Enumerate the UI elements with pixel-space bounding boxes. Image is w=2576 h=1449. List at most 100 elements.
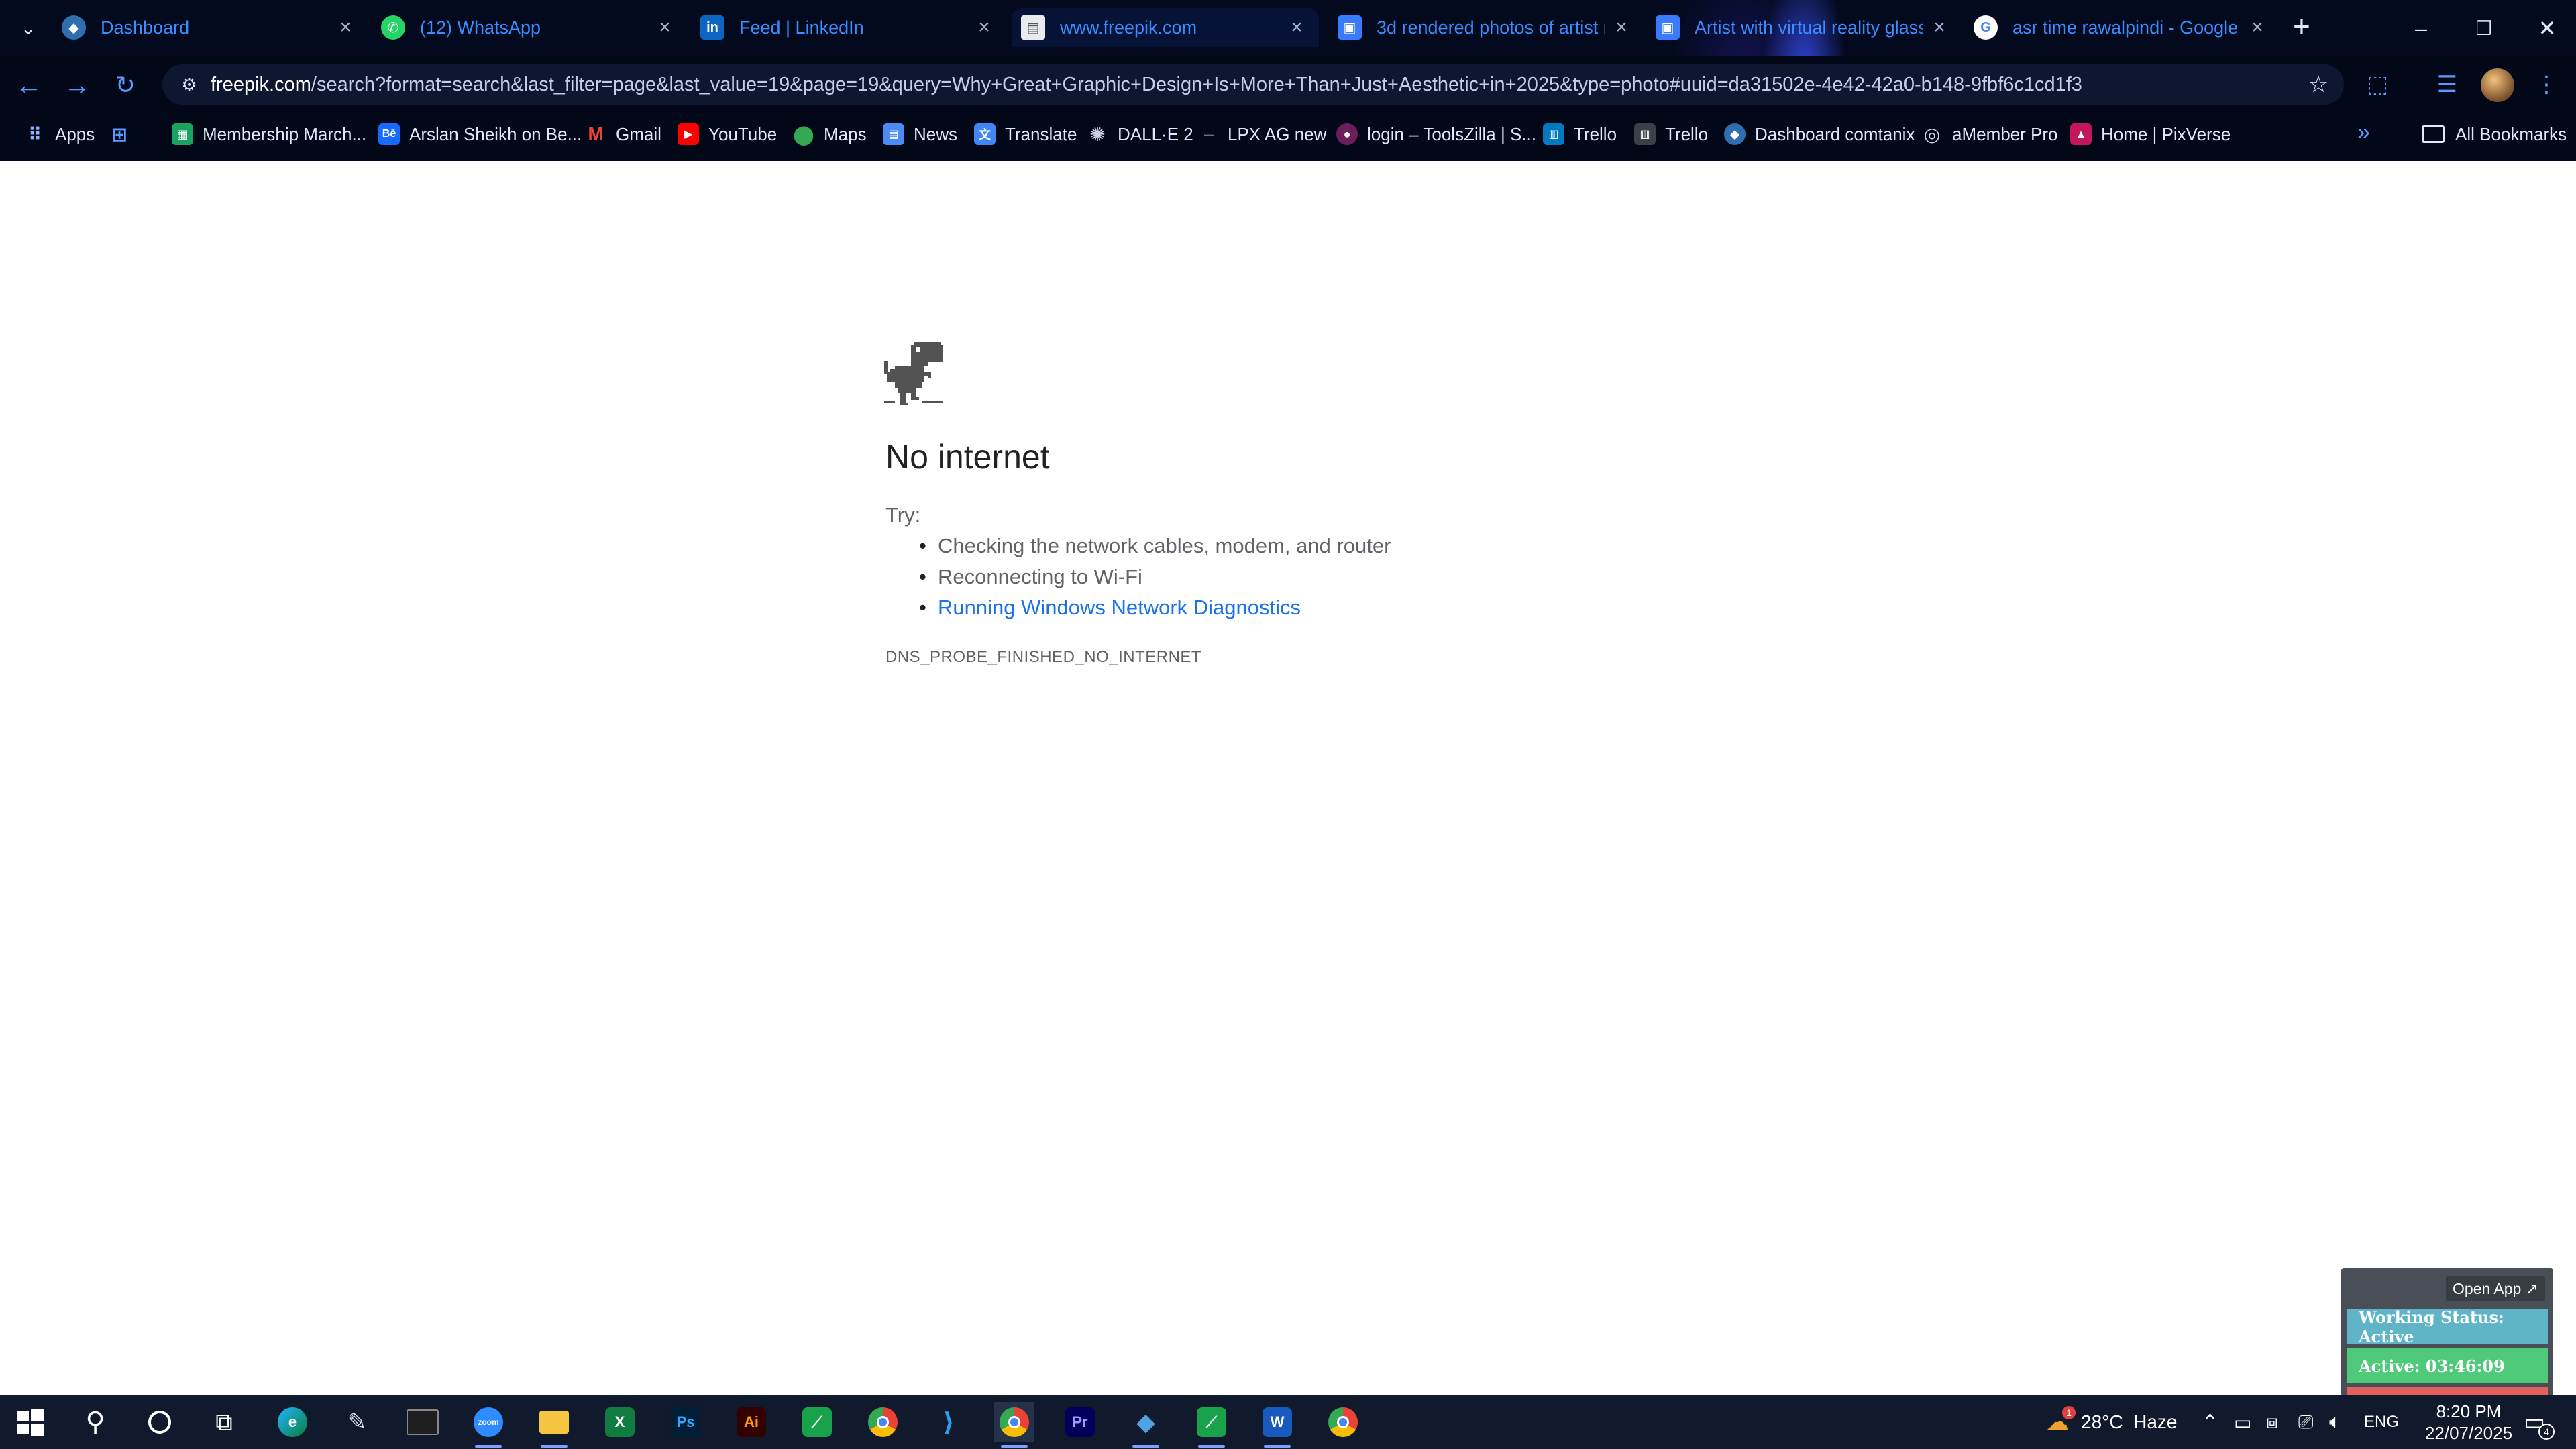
bookmark-label: Arslan Sheikh on Be... (409, 123, 582, 144)
bookmark-toolszilla[interactable]: ● login – ToolsZilla | S... (1336, 113, 1536, 156)
bookmark-dashboard-comtanix[interactable]: ◆ Dashboard comtanix (1724, 113, 1915, 156)
globe-icon: ◎ (1923, 123, 1941, 145)
close-icon[interactable]: × (971, 15, 997, 40)
bookmark-pixverse[interactable]: ▲ Home | PixVerse (2070, 113, 2231, 156)
url-path: /search?format=search&last_filter=page&l… (311, 74, 2082, 95)
dinosaur-icon[interactable] (884, 342, 945, 407)
close-icon[interactable]: × (1284, 15, 1309, 40)
terminal-icon[interactable] (402, 1402, 443, 1442)
close-window-button[interactable]: ✕ (2516, 0, 2576, 56)
reading-list-icon[interactable]: ☰ (2430, 67, 2465, 102)
cortana-icon[interactable] (140, 1402, 180, 1442)
minimize-button[interactable]: – (2390, 0, 2453, 56)
illustrator-icon[interactable]: Ai (731, 1402, 771, 1442)
working-status: Working Status: Active (2347, 1307, 2548, 1346)
weather-widget[interactable]: ☁ 1 28°C Haze (2046, 1395, 2178, 1449)
windows-taskbar: ⚲ ⧉ e ✎ zoom X Ps Ai ⟋ ⟩ Pr ◆ ⟋ W ☁ 1 28°… (0, 1395, 2576, 1449)
back-button[interactable]: ← (9, 66, 48, 105)
bookmark-membership[interactable]: ▦ Membership March... (172, 113, 366, 156)
chrome-2-icon[interactable] (1323, 1402, 1363, 1442)
notification-center-icon[interactable]: ▭ 4 (2524, 1395, 2555, 1449)
more-bookmarks-chevron-icon[interactable]: » (2357, 119, 2370, 146)
bookmark-apps[interactable]: ⠿ Apps (24, 113, 95, 156)
profile-avatar[interactable] (2481, 68, 2514, 102)
bookmark-translate[interactable]: 文 Translate (974, 113, 1077, 156)
edge-icon[interactable]: e (272, 1402, 313, 1442)
tab-linkedin[interactable]: in Feed | LinkedIn × (700, 8, 997, 47)
tab-google-search[interactable]: G asr time rawalpindi - Google Se × (1974, 8, 2270, 47)
bookmark-behance[interactable]: Bē Arslan Sheikh on Be... (378, 113, 582, 156)
close-icon[interactable]: × (1927, 15, 1952, 40)
chrome-icon[interactable] (863, 1402, 903, 1442)
more-menu-icon[interactable]: ⋮ (2529, 67, 2564, 102)
address-bar[interactable]: ⚙ freepik.com/search?format=search&last_… (162, 64, 2344, 105)
gmail-icon: M (588, 123, 604, 144)
start-button[interactable] (11, 1402, 51, 1442)
monitor-alert-icon[interactable]: ⧈ (2266, 1395, 2278, 1449)
bookmark-amember[interactable]: ◎ aMember Pro (1921, 113, 2058, 156)
site-info-icon[interactable]: ⚙ (176, 71, 203, 98)
close-icon[interactable]: × (333, 15, 358, 40)
network-diagnostics-link[interactable]: Running Windows Network Diagnostics (919, 596, 1301, 620)
task-view-icon[interactable]: ⧉ (204, 1402, 244, 1442)
url-text[interactable]: freepik.com/search?format=search&last_fi… (211, 74, 2082, 96)
bookmark-news[interactable]: ▤ News (883, 113, 957, 156)
volume-icon[interactable]: 🔈︎ (2329, 1395, 2341, 1449)
bookmark-maps[interactable]: ⬤ Maps (793, 113, 867, 156)
tab-3d-rendered-photos[interactable]: ▣ 3d rendered photos of artist m × (1338, 8, 1634, 47)
bookmark-lpx[interactable]: — LPX AG new (1199, 113, 1326, 156)
word-icon[interactable]: W (1257, 1402, 1297, 1448)
tab-freepik[interactable]: ▤ www.freepik.com × (1012, 8, 1319, 47)
close-icon[interactable]: × (1609, 15, 1634, 40)
chrome-active-icon[interactable] (994, 1402, 1034, 1448)
close-icon[interactable]: × (2245, 15, 2270, 40)
file-explorer-icon[interactable] (534, 1402, 574, 1448)
all-bookmarks-button[interactable]: All Bookmarks (2422, 113, 2567, 156)
new-tab-button[interactable]: + (2284, 9, 2319, 44)
tab-title: Dashboard (101, 17, 190, 38)
system-clock[interactable]: 8:20 PM 22/07/2025 (2422, 1401, 2516, 1444)
premiere-icon[interactable]: Pr (1060, 1402, 1100, 1442)
bookmark-label: aMember Pro (1952, 123, 2058, 144)
pixverse-icon: ▲ (2070, 123, 2092, 145)
language-indicator[interactable]: ENG (2364, 1395, 2399, 1449)
search-icon[interactable]: ⚲ (75, 1402, 115, 1442)
close-icon[interactable]: × (652, 15, 678, 40)
news-icon: ▤ (883, 123, 904, 145)
forward-button[interactable]: → (58, 66, 97, 105)
green-app-2-icon[interactable]: ⟋ (1191, 1402, 1232, 1448)
bookmark-label: Maps (824, 123, 867, 144)
bookmark-youtube[interactable]: ▶ YouTube (678, 113, 777, 156)
tab-dashboard[interactable]: ◆ Dashboard × (62, 8, 358, 47)
diamond-app-icon[interactable]: ◆ (1126, 1402, 1166, 1448)
tab-search-chevron-icon[interactable]: ⌄ (12, 12, 44, 44)
bookmark-gmail[interactable]: M Gmail (585, 113, 661, 156)
open-app-button[interactable]: Open App ↗ (2446, 1276, 2545, 1301)
bookmark-star-icon[interactable]: ☆ (2305, 71, 2332, 98)
bookmark-label: Home | PixVerse (2101, 123, 2231, 144)
excel-icon[interactable]: X (600, 1402, 640, 1442)
vscode-icon[interactable]: ⟩ (928, 1402, 969, 1442)
toolszilla-icon: ● (1336, 123, 1358, 145)
extensions-icon[interactable]: ⬚ (2360, 67, 2395, 102)
reload-button[interactable]: ↻ (106, 66, 145, 105)
photoshop-icon[interactable]: Ps (665, 1402, 706, 1442)
meet-now-icon[interactable]: ▭ (2234, 1395, 2251, 1449)
tab-whatsapp[interactable]: ✆ (12) WhatsApp × (381, 8, 678, 47)
zoom-icon[interactable]: zoom (468, 1402, 508, 1448)
bookmark-trello-1[interactable]: ▥ Trello (1543, 113, 1617, 156)
suggestion-reconnect-wifi: Reconnecting to Wi-Fi (919, 565, 1142, 589)
network-icon[interactable]: ⎚ (2298, 1395, 2313, 1449)
bookmark-trello-2[interactable]: ▥ Trello (1634, 113, 1708, 156)
bookmark-dalle[interactable]: ✺ DALL·E 2 (1087, 113, 1193, 156)
show-hidden-icons-chevron-icon[interactable]: ⌃ (2202, 1395, 2218, 1449)
restore-button[interactable]: ❐ (2453, 0, 2516, 56)
haze-icon: ☁ 1 (2046, 1406, 2076, 1436)
google-apps-icon[interactable]: ⊞ (109, 113, 130, 156)
green-app-icon[interactable]: ⟋ (797, 1402, 837, 1442)
translate-icon: 文 (974, 123, 996, 145)
windows-logo-icon (17, 1409, 44, 1436)
pen-icon[interactable]: ✎ (337, 1402, 377, 1442)
tab-artist-vr[interactable]: ▣ Artist with virtual reality glasses × (1656, 8, 1952, 47)
tab-title: Feed | LinkedIn (739, 17, 864, 38)
